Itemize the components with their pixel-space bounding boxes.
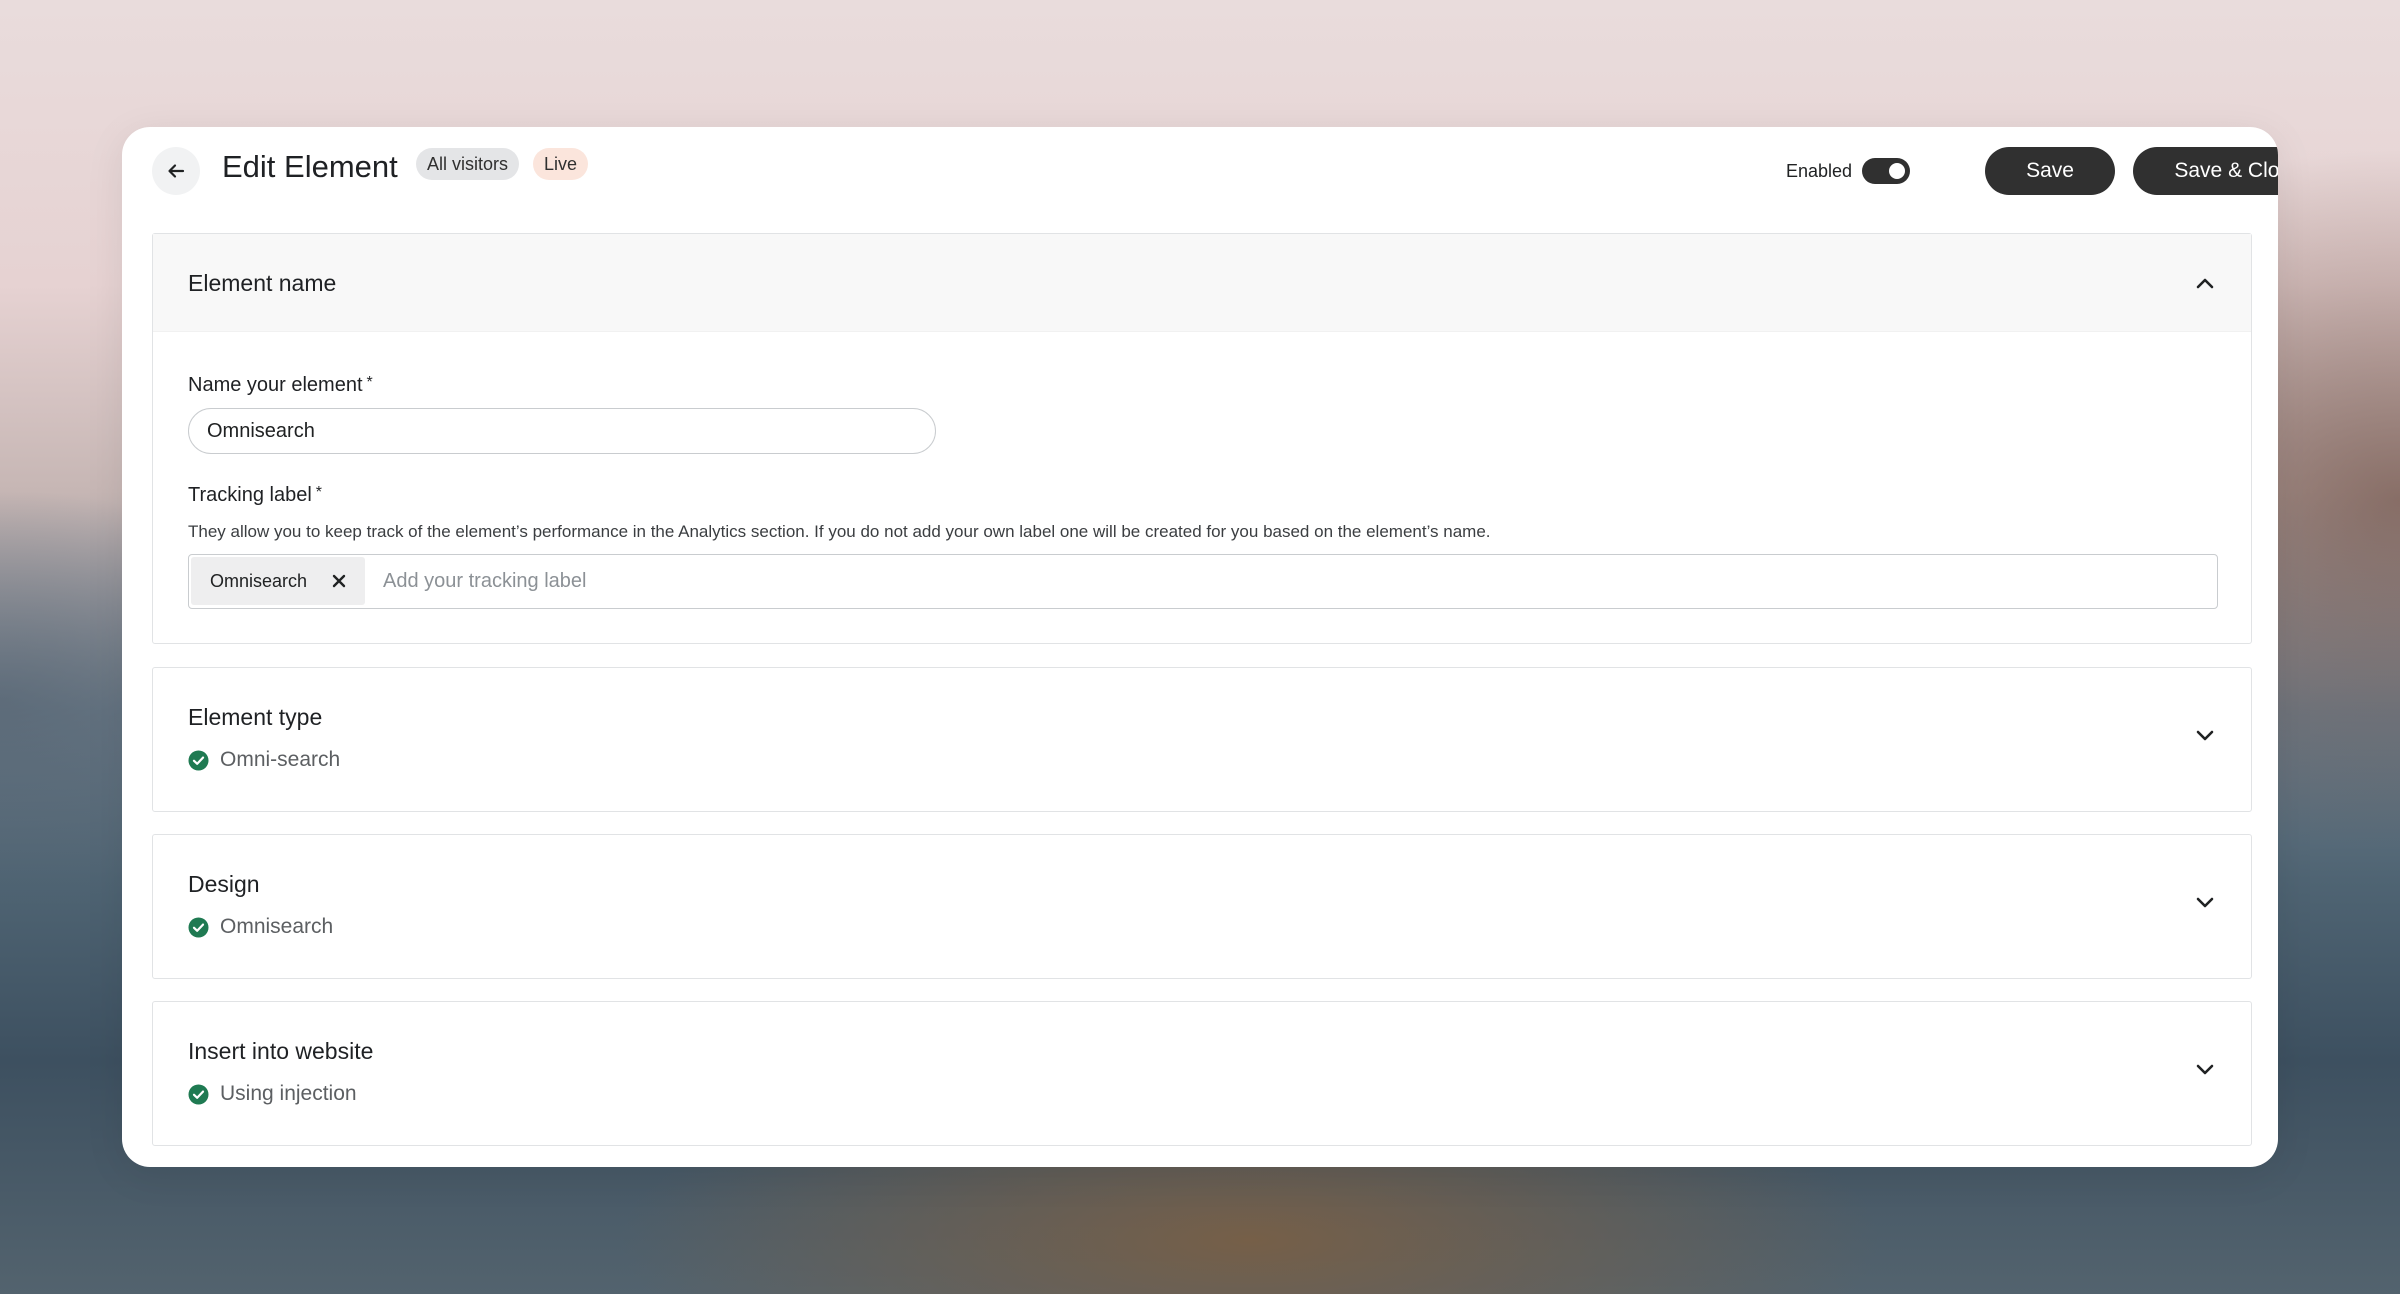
section-title: Insert into website xyxy=(188,1038,374,1064)
chevron-down-icon xyxy=(2196,1064,2214,1075)
tracking-field-label-text: Tracking label xyxy=(188,484,312,506)
tracking-label-input[interactable] xyxy=(383,562,2183,600)
check-circle-icon xyxy=(188,1084,209,1105)
section-status: Using injection xyxy=(188,1081,357,1107)
collapse-button[interactable] xyxy=(2189,267,2221,299)
section-title: Element type xyxy=(188,704,323,730)
expand-button[interactable] xyxy=(2189,887,2221,919)
name-field-label-text: Name your element xyxy=(188,374,363,396)
check-circle-icon xyxy=(188,917,209,938)
insert-into-website-section[interactable]: Insert into website Using injection xyxy=(152,1001,2252,1146)
section-status: Omnisearch xyxy=(188,914,333,940)
expand-button[interactable] xyxy=(2189,720,2221,752)
section-status: Omni-search xyxy=(188,747,340,773)
arrow-left-icon xyxy=(168,164,185,178)
save-button[interactable]: Save xyxy=(1985,147,2115,195)
chevron-up-icon xyxy=(2196,278,2214,289)
section-status-text: Omnisearch xyxy=(220,915,334,938)
chevron-down-icon xyxy=(2196,897,2214,908)
toggle-knob xyxy=(1889,163,1905,179)
header-bar: Edit Element All visitors Live Enabled S… xyxy=(122,127,2278,217)
page-title: Edit Element xyxy=(222,149,398,184)
section-status-text: Omni-search xyxy=(220,748,341,771)
required-mark: * xyxy=(315,484,322,501)
tracking-tag: Omnisearch xyxy=(191,557,365,605)
close-icon xyxy=(332,574,346,588)
audience-badge: All visitors xyxy=(416,148,520,180)
status-badge: Live xyxy=(533,148,589,180)
save-and-close-button[interactable]: Save & Close xyxy=(2133,147,2278,195)
edit-element-panel: Edit Element All visitors Live Enabled S… xyxy=(122,127,2278,1167)
element-type-section[interactable]: Element type Omni-search xyxy=(152,667,2252,812)
expand-button[interactable] xyxy=(2189,1054,2221,1086)
name-field-label: Name your element * xyxy=(188,372,373,400)
section-title: Design xyxy=(188,871,260,897)
tracking-tag-label: Omnisearch xyxy=(210,571,308,591)
check-circle-icon xyxy=(188,750,209,771)
section-status-text: Using injection xyxy=(220,1082,357,1105)
design-section[interactable]: Design Omnisearch xyxy=(152,834,2252,979)
required-mark: * xyxy=(366,374,373,391)
section-title: Element name xyxy=(188,270,337,296)
element-name-section-header[interactable]: Element name xyxy=(153,234,2251,332)
tracking-label-field[interactable]: Omnisearch xyxy=(188,554,2218,609)
element-name-section: Element name Name your element* Tracking… xyxy=(152,233,2252,644)
remove-tag-button[interactable] xyxy=(327,569,351,593)
chevron-down-icon xyxy=(2196,730,2214,741)
enabled-toggle[interactable] xyxy=(1862,158,1910,184)
enabled-label: Enabled xyxy=(1786,161,1853,181)
back-button[interactable] xyxy=(152,147,200,195)
tracking-help-text: They allow you to keep track of the elem… xyxy=(188,522,1491,541)
element-name-input[interactable] xyxy=(188,408,936,454)
tracking-field-label: Tracking label * xyxy=(188,482,322,510)
